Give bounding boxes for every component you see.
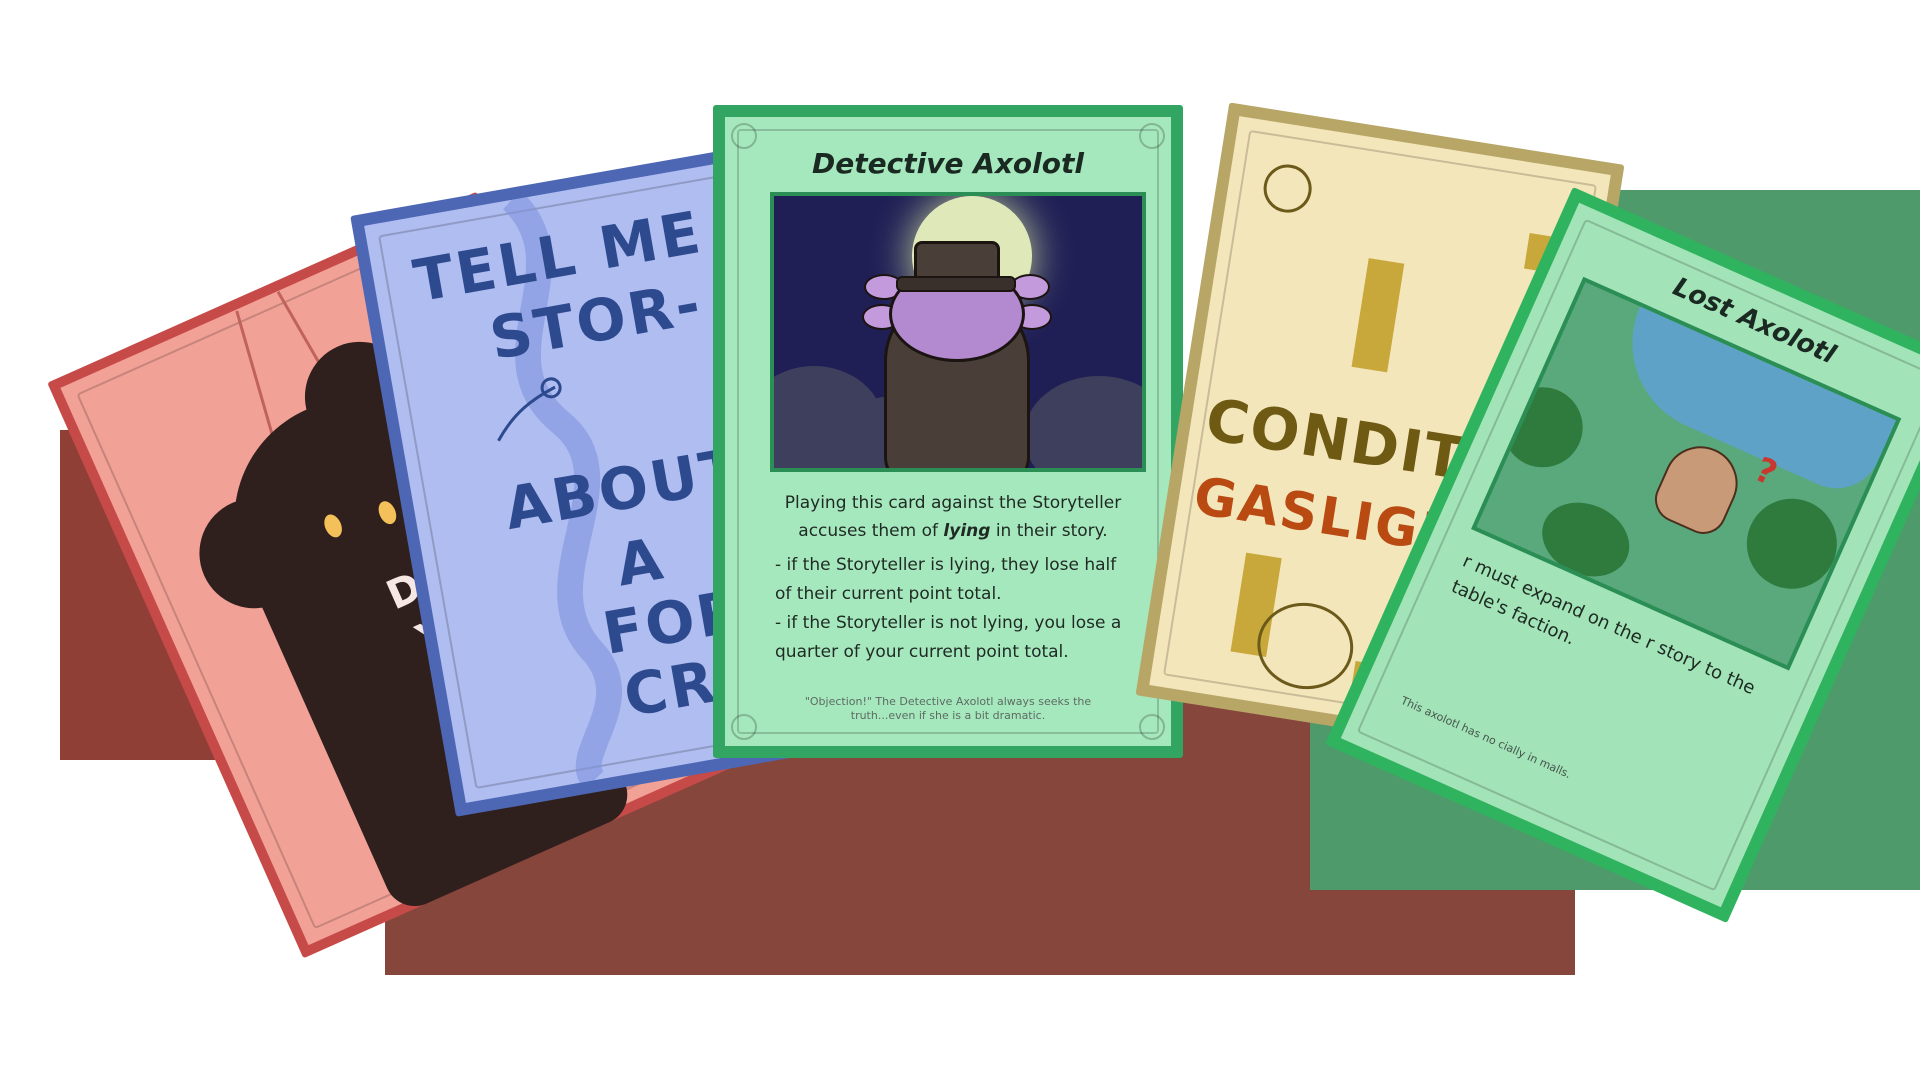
- detective-hat-brim: [896, 276, 1016, 292]
- corner-ornament: [731, 123, 757, 149]
- question-mark: ?: [1748, 449, 1783, 495]
- rules-intro-emphasis: lying: [943, 521, 991, 541]
- card-illustration: [770, 192, 1146, 472]
- card-title: Detective Axolotl: [812, 147, 1084, 180]
- rules-intro: Playing this card against the Storytelle…: [775, 489, 1131, 545]
- card-rules: Playing this card against the Storytelle…: [775, 489, 1131, 667]
- lost-axolotl-figure: [1647, 434, 1750, 542]
- corner-ornament: [1139, 714, 1165, 740]
- rules-intro-text: in their story.: [990, 521, 1108, 541]
- rule-line: - if the Storyteller is lying, they lose…: [775, 555, 1117, 604]
- corner-ornament: [1139, 123, 1165, 149]
- rule-line: - if the Storyteller is not lying, you l…: [775, 613, 1122, 662]
- corner-ornament: [731, 714, 757, 740]
- card-detective-axolotl[interactable]: Detective Axolotl Playing this card agai…: [713, 105, 1183, 758]
- flavor-text: "Objection!" The Detective Axolotl alway…: [804, 695, 1092, 722]
- cloud: [1024, 376, 1142, 468]
